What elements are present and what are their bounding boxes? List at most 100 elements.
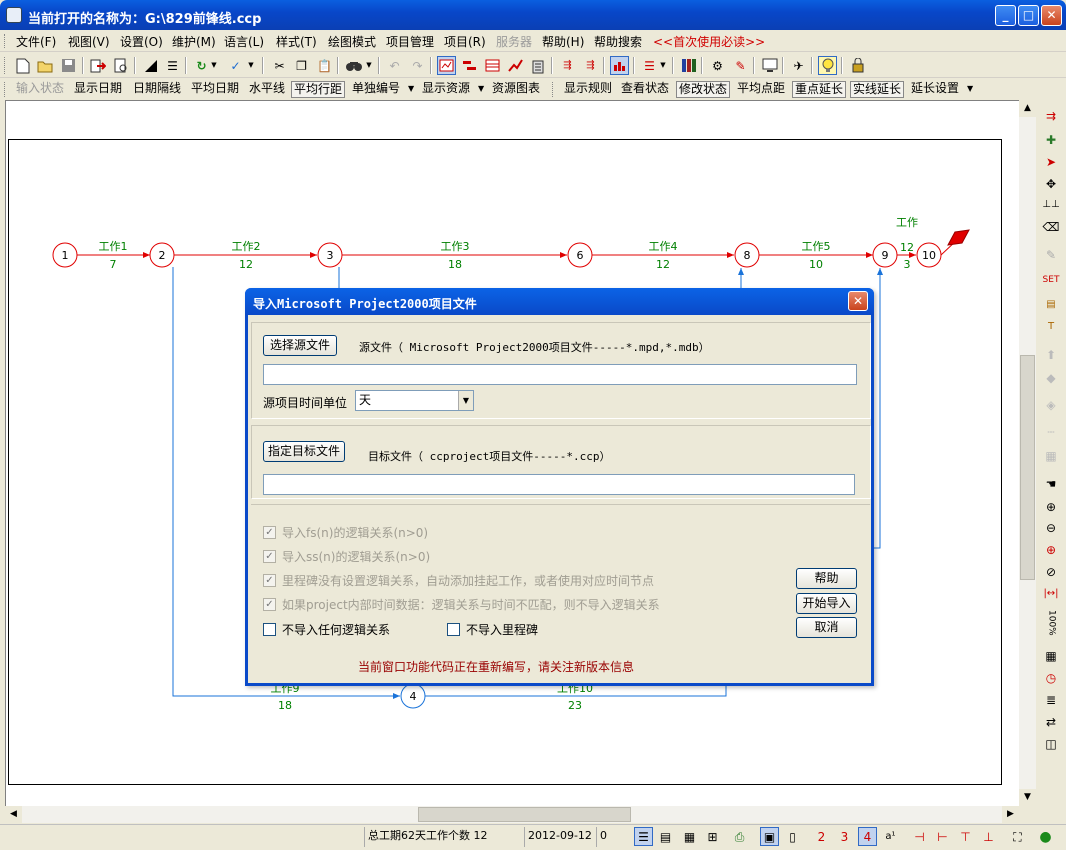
swap-icon[interactable]: ⇄: [1040, 712, 1062, 732]
scroll-right-icon[interactable]: ▶: [1002, 806, 1019, 823]
import-dialog: 导入Microsoft Project2000项目文件 ✕ 选择源文件 源文件（…: [245, 288, 874, 686]
scroll-down-icon[interactable]: ▼: [1019, 789, 1036, 806]
rewrite-note: 当前窗口功能代码正在重新编写，请关注新版本信息: [358, 660, 635, 674]
node-label: 9: [882, 249, 889, 262]
node-label: 1: [62, 249, 69, 262]
status-align-left-icon[interactable]: ⊣: [910, 827, 929, 846]
source-file-label: 源文件（ Microsoft Project2000项目文件-----*.mpd…: [359, 341, 710, 354]
zoom-in-icon[interactable]: ⊕: [1040, 497, 1062, 517]
vertical-scroll-thumb[interactable]: [1020, 355, 1035, 580]
task-name: 工作2: [232, 240, 261, 253]
status-online-icon: ●: [1039, 828, 1052, 845]
task-name: 工作5: [802, 240, 831, 253]
zoom-out-icon[interactable]: ⊖: [1040, 518, 1062, 538]
dialog-title-bar: 导入Microsoft Project2000项目文件 ✕: [245, 288, 874, 315]
time-mismatch-checkbox[interactable]: ✓ 如果project内部时间数据：逻辑关系与时间不匹配，则不导入逻辑关系: [263, 596, 660, 613]
move-icon[interactable]: ✥: [1040, 174, 1062, 194]
target-path-input[interactable]: [263, 474, 855, 495]
start-import-button[interactable]: 开始导入: [796, 593, 857, 614]
status-value: 0: [596, 827, 626, 847]
task-name: 工作: [896, 216, 918, 229]
status-calendar-icon[interactable]: ▣: [760, 827, 779, 846]
task-name: 工作4: [649, 240, 678, 253]
time-unit-value: 天: [359, 393, 372, 407]
select-target-button[interactable]: 指定目标文件: [263, 441, 345, 462]
status-level-4-icon[interactable]: 4: [858, 827, 877, 846]
no-milestone-checkbox[interactable]: 不导入里程碑: [447, 621, 538, 638]
node-label: 3: [327, 249, 334, 262]
node-label: 8: [744, 249, 751, 262]
status-align-right-icon[interactable]: ⊢: [933, 827, 952, 846]
status-network-icon[interactable]: ☰: [634, 827, 653, 846]
grid-icon[interactable]: ▦: [1040, 446, 1062, 466]
vertical-scrollbar[interactable]: ▲ ▼: [1019, 100, 1036, 806]
status-table-icon[interactable]: ▤: [656, 827, 675, 846]
text-icon[interactable]: T: [1040, 317, 1062, 337]
milestone-checkbox[interactable]: ✓ 里程碑没有设置逻辑关系，自动添加挂起工作，或者使用对应时间节点: [263, 572, 654, 589]
dialog-title: 导入Microsoft Project2000项目文件: [253, 297, 477, 311]
select-source-button[interactable]: 选择源文件: [263, 335, 337, 356]
zoom-fit-icon[interactable]: ⊕: [1040, 540, 1062, 560]
options-divider: [251, 504, 871, 505]
source-path-input[interactable]: [263, 364, 857, 385]
cancel-button[interactable]: 取消: [796, 617, 857, 638]
horizontal-scrollbar[interactable]: ◀ ▶: [5, 806, 1019, 823]
status-fullscreen-icon[interactable]: ⛶: [1008, 827, 1027, 846]
task-duration: 7: [110, 258, 117, 271]
list-icon[interactable]: ≣: [1040, 690, 1062, 710]
pointer-icon[interactable]: ➤: [1040, 152, 1062, 172]
task-duration: 10: [809, 258, 823, 271]
import-ss-checkbox[interactable]: ✓ 导入ss(n)的逻辑关系(n>0): [263, 548, 430, 565]
status-text-icon[interactable]: a¹: [881, 827, 900, 846]
horizontal-scroll-thumb[interactable]: [418, 807, 631, 822]
target-file-label: 目标文件（ ccproject项目文件-----*.ccp）: [368, 450, 611, 463]
status-bar: 总工期62天工作个数 12 2012-09-12 0 ☰ ▤ ▦ ⊞ ⎙ ▣ ▯…: [0, 824, 1066, 850]
set-icon[interactable]: SET: [1040, 270, 1062, 290]
brush-icon[interactable]: ✎: [1040, 245, 1062, 265]
time-unit-label: 源项目时间单位: [263, 396, 348, 410]
hand-icon[interactable]: ☚: [1040, 474, 1062, 494]
zoom-window-icon[interactable]: ⊘: [1040, 562, 1062, 582]
report-icon[interactable]: ▤: [1040, 295, 1062, 315]
task-duration: 3: [904, 258, 911, 271]
status-print-icon[interactable]: ⎙: [730, 827, 749, 846]
window-icon[interactable]: ◫: [1040, 734, 1062, 754]
node-label: 2: [159, 249, 166, 262]
task-duration: 12: [656, 258, 670, 271]
eraser-icon[interactable]: ⌫: [1040, 217, 1062, 237]
clock-icon[interactable]: ◷: [1040, 668, 1062, 688]
fit-width-icon[interactable]: |↔|: [1040, 584, 1062, 604]
status-tree-icon[interactable]: ⊞: [703, 827, 722, 846]
chevron-down-icon[interactable]: ▼: [458, 391, 473, 410]
task-name: 工作1: [99, 240, 128, 253]
status-align-bottom-icon[interactable]: ⊥: [979, 827, 998, 846]
time-unit-select[interactable]: 天 ▼: [355, 390, 474, 411]
right-toolbar: ⇉ ✚ ➤ ✥ ⊥⊥ ⌫ ✎ SET ▤ T ⬆ ◆ ◈ ┄ ▦ ☚ ⊕ ⊖ ⊕…: [1036, 100, 1066, 824]
scroll-up-icon[interactable]: ▲: [1019, 100, 1036, 117]
status-level-2-icon[interactable]: 2: [812, 827, 831, 846]
status-align-top-icon[interactable]: ⊤: [956, 827, 975, 846]
layer-up-icon[interactable]: ⬆: [1040, 345, 1062, 365]
task-duration: 12: [900, 241, 914, 254]
zoom-level-label: 100%: [1046, 610, 1057, 636]
arrow-up-9: [873, 268, 883, 549]
scroll-left-icon[interactable]: ◀: [5, 806, 22, 823]
node-label: 4: [410, 690, 417, 703]
link-nodes-icon[interactable]: ⊥⊥: [1040, 195, 1062, 215]
insert-task-icon[interactable]: ⇉: [1040, 106, 1062, 126]
status-list-icon[interactable]: ▦: [680, 827, 699, 846]
no-logic-checkbox[interactable]: 不导入任何逻辑关系: [263, 621, 390, 638]
node-edit-icon[interactable]: ✚: [1040, 130, 1062, 150]
dash-line-icon[interactable]: ┄: [1040, 422, 1062, 442]
status-date: 2012-09-12: [524, 827, 596, 847]
import-fs-checkbox[interactable]: ✓ 导入fs(n)的逻辑关系(n>0): [263, 524, 428, 541]
tag-icon[interactable]: ◈: [1040, 395, 1062, 415]
layer-icon[interactable]: ◆: [1040, 368, 1062, 388]
help-button[interactable]: 帮助: [796, 568, 857, 589]
status-level-3-icon[interactable]: 3: [835, 827, 854, 846]
dialog-close-button[interactable]: ✕: [848, 291, 868, 311]
task-duration: 18: [278, 699, 292, 712]
task-name: 工作3: [441, 240, 470, 253]
calendar-icon[interactable]: ▦: [1040, 646, 1062, 666]
status-page-icon[interactable]: ▯: [783, 827, 802, 846]
